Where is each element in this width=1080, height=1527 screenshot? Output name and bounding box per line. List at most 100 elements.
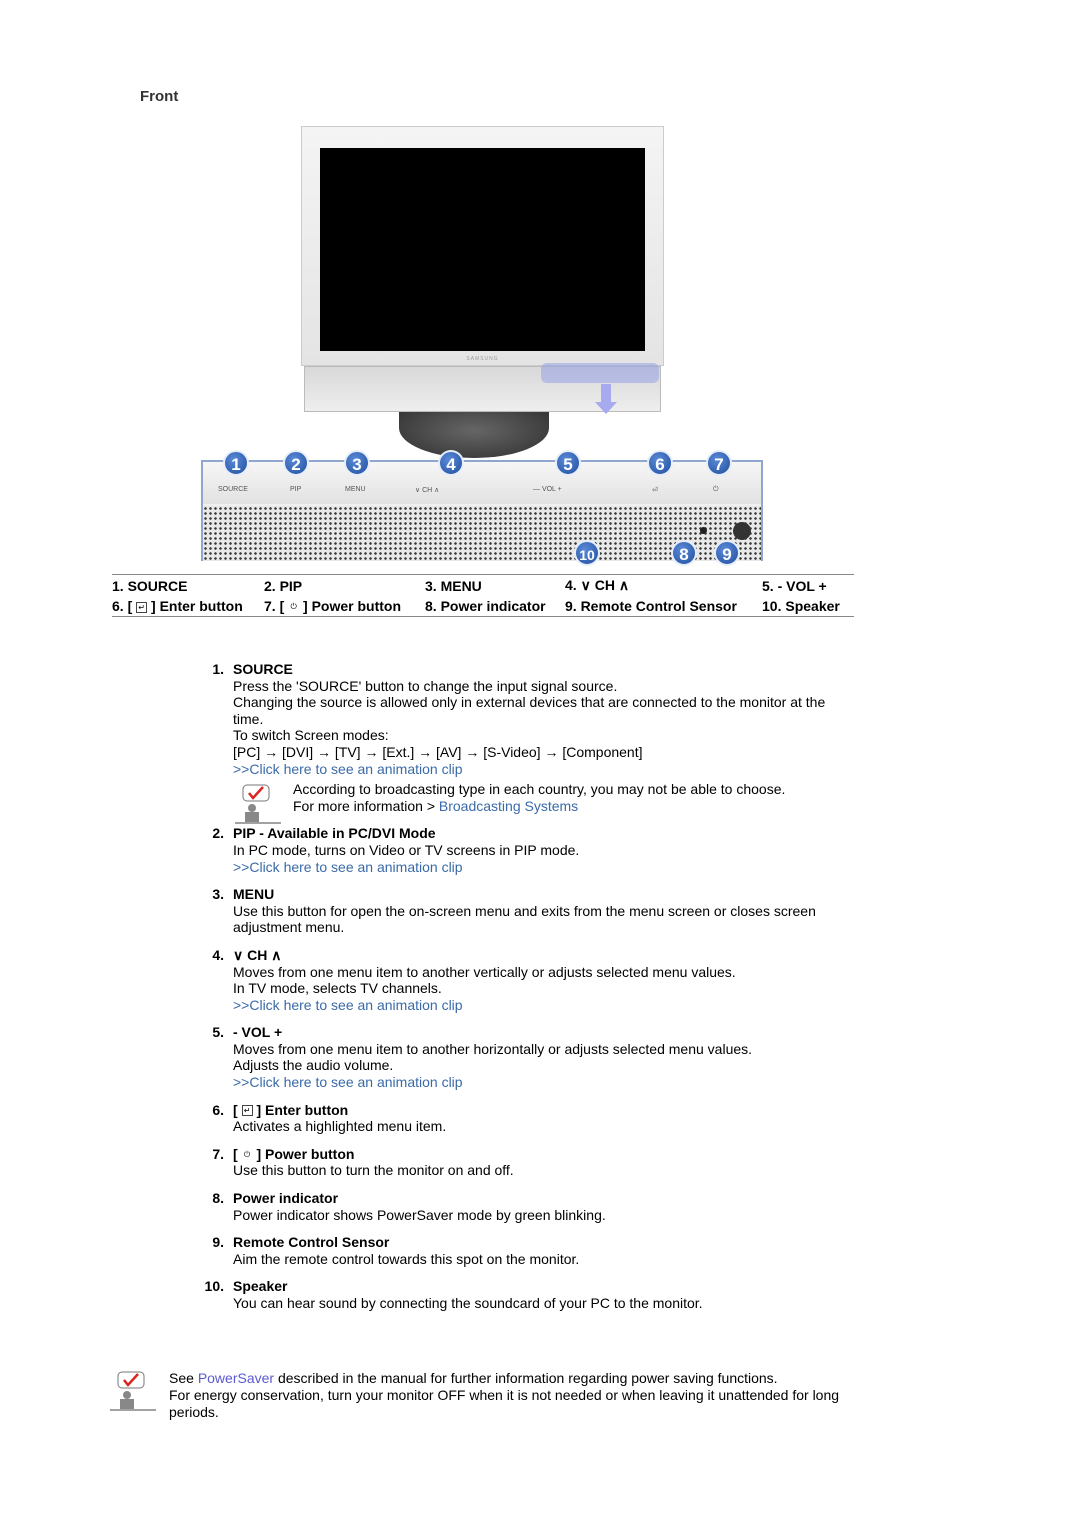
- control-area-highlight: [541, 363, 659, 383]
- list-item-source: 1. SOURCE Press the 'SOURCE' button to c…: [200, 661, 840, 824]
- item-text: In PC mode, turns on Video or TV screens…: [233, 841, 580, 858]
- item-text: Power indicator shows PowerSaver mode by…: [233, 1206, 606, 1223]
- control-panel-closeup: SOURCE PIP MENU ∨ CH ∧ — VOL + ⏎ ⏻ 1 2 3…: [201, 450, 763, 566]
- list-item-vol: 5. - VOL + Moves from one menu item to a…: [200, 1024, 840, 1090]
- panel-label-menu: MENU: [345, 486, 366, 493]
- note-icon: [235, 784, 281, 824]
- item-number: 6.: [212, 1101, 224, 1118]
- animation-clip-link[interactable]: >>Click here to see an animation clip: [233, 1074, 840, 1091]
- animation-clip-link[interactable]: >>Click here to see an animation clip: [233, 859, 840, 876]
- legend-ch: 4. ∨ CH ∧: [565, 577, 630, 593]
- legend-row: 1. SOURCE 2. PIP 3. MENU 4. ∨ CH ∧ 5. - …: [112, 575, 854, 596]
- note-prefix: For more information >: [293, 797, 439, 814]
- title-prefix: [: [233, 1145, 238, 1162]
- legend-power-prefix: 7. [: [264, 598, 285, 614]
- callout-badge-10: 10: [574, 540, 600, 566]
- item-text: Moves from one menu item to another vert…: [233, 963, 736, 980]
- item-number: 9.: [212, 1234, 224, 1251]
- callout-badge-9: 9: [714, 540, 740, 566]
- note-text: For more information > Broadcasting Syst…: [293, 798, 840, 815]
- panel-label-enter: ⏎: [652, 487, 658, 494]
- power-indicator-led: [700, 527, 707, 534]
- item-text: Aim the remote control towards this spot…: [233, 1250, 580, 1267]
- item-title: Speaker: [233, 1278, 288, 1295]
- section-title: Front: [140, 88, 179, 105]
- callout-badge-8: 8: [671, 540, 697, 566]
- power-icon: ⏻: [290, 601, 297, 611]
- monitor-front-image: SAMSUNG: [301, 126, 664, 458]
- item-title: - VOL +: [233, 1024, 283, 1041]
- descriptions-list: 1. SOURCE Press the 'SOURCE' button to c…: [200, 661, 840, 1323]
- item-text: Adjusts the audio volume.: [233, 1057, 394, 1074]
- remote-sensor: [733, 522, 751, 540]
- legend-menu: 3. MENU: [425, 577, 482, 594]
- legend-pip: 2. PIP: [264, 577, 303, 594]
- enter-icon: ↵: [136, 601, 148, 613]
- panel-label-power: ⏻: [713, 486, 719, 493]
- title-prefix: [: [233, 1101, 238, 1118]
- item-title: ∨ CH ∧: [233, 946, 282, 963]
- animation-clip-link[interactable]: >>Click here to see an animation clip: [233, 761, 840, 778]
- item-text: Activates a highlighted menu item.: [233, 1118, 447, 1135]
- legend-row: 6. [ ↵ ] Enter button 7. [ ⏻ ] Power but…: [112, 596, 854, 616]
- panel-label-pip: PIP: [290, 486, 302, 493]
- item-title: Remote Control Sensor: [233, 1234, 390, 1251]
- item-title: [ ⏻ ] Power button: [233, 1146, 840, 1163]
- item-title: PIP - Available in PC/DVI Mode: [233, 825, 436, 842]
- item-title: SOURCE: [233, 661, 293, 677]
- item-text: To switch Screen modes:: [233, 727, 389, 744]
- note-icon: [110, 1371, 156, 1411]
- list-item-pip: 2. PIP - Available in PC/DVI Mode In PC …: [200, 825, 840, 875]
- legend-power-indicator: 8. Power indicator: [425, 598, 546, 614]
- panel-label-ch: ∨ CH ∧: [415, 487, 440, 494]
- monitor-stand: [399, 412, 549, 458]
- powersaver-link[interactable]: PowerSaver: [198, 1370, 274, 1386]
- legend-source: 1. SOURCE: [112, 577, 188, 594]
- legend-enter-label: ] Enter button: [151, 598, 243, 614]
- footer-suffix: described in the manual for further info…: [274, 1370, 778, 1386]
- footer-text: See PowerSaver described in the manual f…: [169, 1370, 850, 1387]
- item-number: 4.: [212, 946, 224, 963]
- down-arrow-icon: [601, 384, 611, 402]
- callout-badge-5: 5: [555, 450, 581, 476]
- brand-logo: SAMSUNG: [466, 356, 499, 362]
- item-title: [ ↵ ] Enter button: [233, 1102, 840, 1119]
- item-number: 7.: [212, 1145, 224, 1162]
- footer-text-2: For energy conservation, turn your monit…: [169, 1387, 840, 1420]
- power-icon: ⏻: [243, 1149, 251, 1159]
- item-title: MENU: [233, 886, 275, 903]
- broadcasting-systems-link[interactable]: Broadcasting Systems: [439, 798, 578, 814]
- title-label: ] Enter button: [256, 1101, 349, 1118]
- item-text: Moves from one menu item to another hori…: [233, 1040, 753, 1057]
- legend-enter-prefix: 6. [: [112, 598, 133, 614]
- item-text: Use this button for open the on-screen m…: [233, 902, 816, 936]
- list-item-power-indicator: 8. Power indicator Power indicator shows…: [200, 1190, 840, 1223]
- item-text: Use this button to turn the monitor on a…: [233, 1162, 514, 1179]
- list-item-menu: 3. MENU Use this button for open the on-…: [200, 886, 840, 936]
- callout-badge-3: 3: [344, 450, 370, 476]
- note-text: According to broadcasting type in each c…: [293, 781, 786, 798]
- legend-power-label: ] Power button: [303, 598, 402, 614]
- legend-enter: 6. [ ↵ ] Enter button: [112, 596, 264, 616]
- list-item-enter: 6. [ ↵ ] Enter button Activates a highli…: [200, 1102, 840, 1135]
- callout-badge-6: 6: [647, 450, 673, 476]
- list-item-remote-sensor: 9. Remote Control Sensor Aim the remote …: [200, 1234, 840, 1267]
- footer-note: See PowerSaver described in the manual f…: [110, 1370, 850, 1421]
- callout-badge-2: 2: [283, 450, 309, 476]
- callout-badge-7: 7: [706, 450, 732, 476]
- legend-remote-sensor: 9. Remote Control Sensor: [565, 598, 737, 614]
- item-text: In TV mode, selects TV channels.: [233, 980, 442, 997]
- list-item-power: 7. [ ⏻ ] Power button Use this button to…: [200, 1146, 840, 1179]
- panel-label-vol: — VOL +: [533, 486, 562, 493]
- legend-power: 7. [ ⏻ ] Power button: [264, 596, 425, 616]
- note-box: According to broadcasting type in each c…: [233, 781, 840, 824]
- item-number: 1.: [212, 661, 224, 677]
- item-number: 3.: [212, 886, 224, 903]
- callout-badge-4: 4: [438, 450, 464, 476]
- item-number: 2.: [212, 825, 224, 842]
- legend-speaker: 10. Speaker: [762, 598, 840, 614]
- item-text: Changing the source is allowed only in e…: [233, 694, 826, 727]
- item-text: [PC] → [DVI] → [TV] → [Ext.] → [AV] → [S…: [233, 743, 643, 760]
- animation-clip-link[interactable]: >>Click here to see an animation clip: [233, 997, 840, 1014]
- title-label: ] Power button: [256, 1145, 355, 1162]
